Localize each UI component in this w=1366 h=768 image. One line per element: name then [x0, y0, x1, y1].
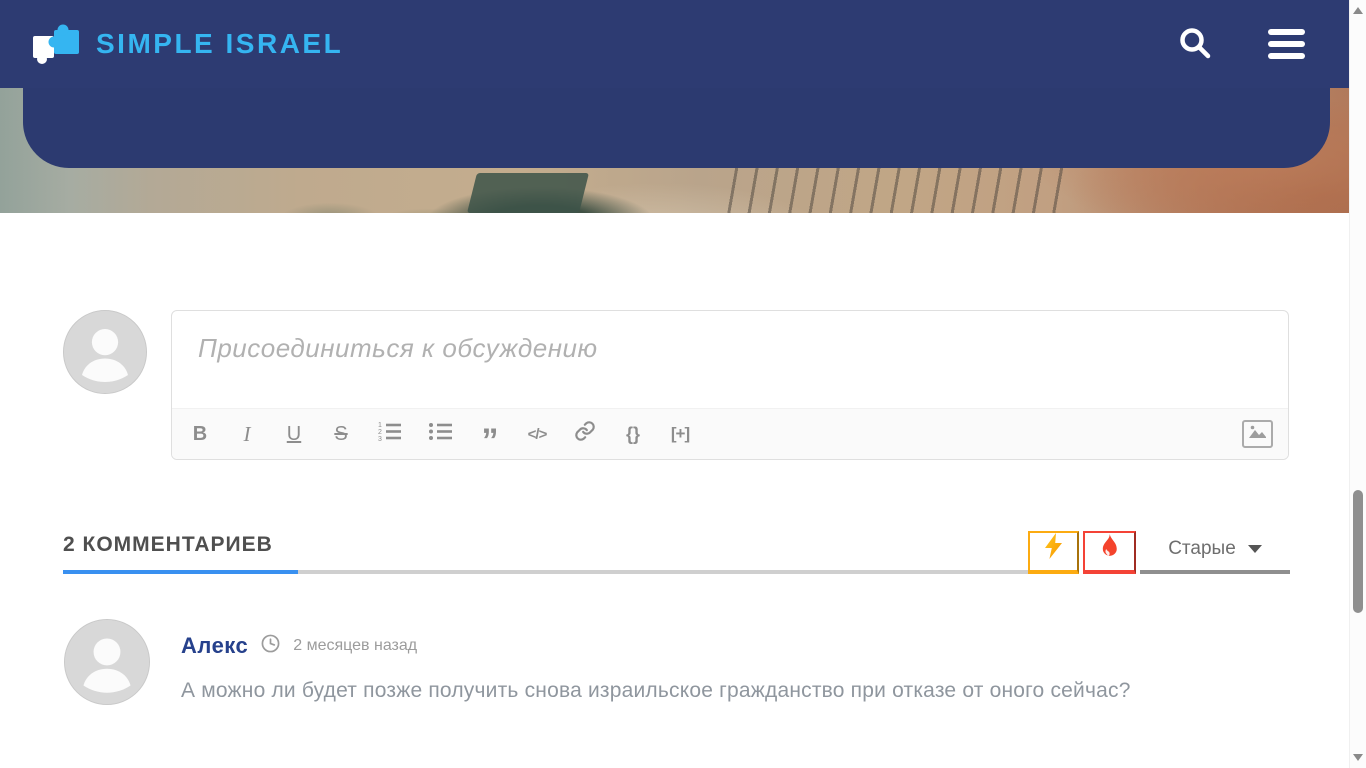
- underline-button[interactable]: U: [284, 419, 304, 449]
- unordered-list-button[interactable]: [429, 419, 453, 449]
- italic-button[interactable]: I: [237, 419, 257, 449]
- ordered-list-button[interactable]: 1 2 3: [378, 419, 402, 449]
- spoiler-button[interactable]: [+]: [670, 419, 690, 449]
- sort-hottest-tab[interactable]: [1083, 531, 1136, 574]
- comments-count-heading: 2 КОММЕНТАРИЕВ: [63, 533, 298, 574]
- editor-toolbar: B I U S 1 2 3: [172, 408, 1288, 459]
- svg-text:1: 1: [378, 422, 382, 429]
- bold-button[interactable]: B: [190, 419, 210, 449]
- puzzle-logo-icon: [30, 20, 82, 69]
- attach-image-button[interactable]: [1242, 420, 1273, 448]
- sort-order-label: Старые: [1168, 538, 1236, 560]
- page: SIMPLE ISRAEL: [0, 0, 1349, 768]
- comments-header: 2 КОММЕНТАРИЕВ: [63, 531, 1290, 574]
- tabs-divider: [298, 570, 1028, 574]
- post-card-bottom: [23, 88, 1330, 168]
- menu-button[interactable]: [1268, 29, 1305, 59]
- lightning-bolt-icon: [1044, 533, 1063, 562]
- comment-timestamp: 2 месяцев назад: [293, 637, 417, 655]
- link-icon: [574, 420, 596, 448]
- sort-most-reacted-tab[interactable]: [1028, 531, 1079, 574]
- scrollbar[interactable]: [1349, 0, 1366, 768]
- inline-code-button[interactable]: </>: [527, 419, 547, 449]
- search-button[interactable]: [1178, 26, 1212, 63]
- site-header: SIMPLE ISRAEL: [0, 0, 1349, 88]
- hamburger-icon: [1268, 29, 1305, 59]
- header-actions: [1178, 26, 1305, 63]
- code-block-button[interactable]: {}: [623, 419, 643, 449]
- scrollbar-thumb[interactable]: [1353, 490, 1363, 613]
- comment-body: Алекс 2 месяцев назад А можно ли будет п…: [181, 619, 1131, 709]
- strikethrough-button[interactable]: S: [331, 419, 351, 449]
- commenter-avatar: [64, 619, 150, 705]
- site-logo[interactable]: SIMPLE ISRAEL: [30, 20, 343, 69]
- sort-order-dropdown[interactable]: Старые: [1140, 538, 1290, 574]
- svg-text:3: 3: [378, 436, 382, 441]
- comment-meta: Алекс 2 месяцев назад: [181, 633, 1131, 659]
- search-icon: [1178, 26, 1212, 63]
- hero-section: [0, 88, 1349, 213]
- link-button[interactable]: [574, 419, 596, 449]
- comment-input[interactable]: Присоединиться к обсуждению: [172, 311, 1288, 408]
- flame-icon: [1099, 533, 1120, 562]
- comment-item: Алекс 2 месяцев назад А можно ли будет п…: [64, 619, 1289, 709]
- caret-down-icon: [1248, 545, 1262, 553]
- clock-icon: [261, 634, 280, 658]
- svg-text:2: 2: [378, 429, 382, 436]
- scroll-up-arrow[interactable]: [1353, 7, 1363, 14]
- comment-text: А можно ли будет позже получить снова из…: [181, 672, 1131, 709]
- comment-form: Присоединиться к обсуждению B I U S 1 2 …: [63, 310, 1289, 460]
- photo-detail-structure: [467, 173, 589, 213]
- brand-title: SIMPLE ISRAEL: [96, 28, 343, 60]
- comment-input-placeholder: Присоединиться к обсуждению: [198, 333, 598, 363]
- scroll-down-arrow[interactable]: [1353, 754, 1363, 761]
- comment-author-link[interactable]: Алекс: [181, 633, 248, 659]
- blockquote-button[interactable]: ”: [480, 419, 500, 449]
- image-icon: [1248, 423, 1267, 445]
- current-user-avatar: [63, 310, 147, 394]
- ordered-list-icon: 1 2 3: [378, 421, 402, 447]
- comment-editor: Присоединиться к обсуждению B I U S 1 2 …: [171, 310, 1289, 460]
- unordered-list-icon: [429, 421, 453, 447]
